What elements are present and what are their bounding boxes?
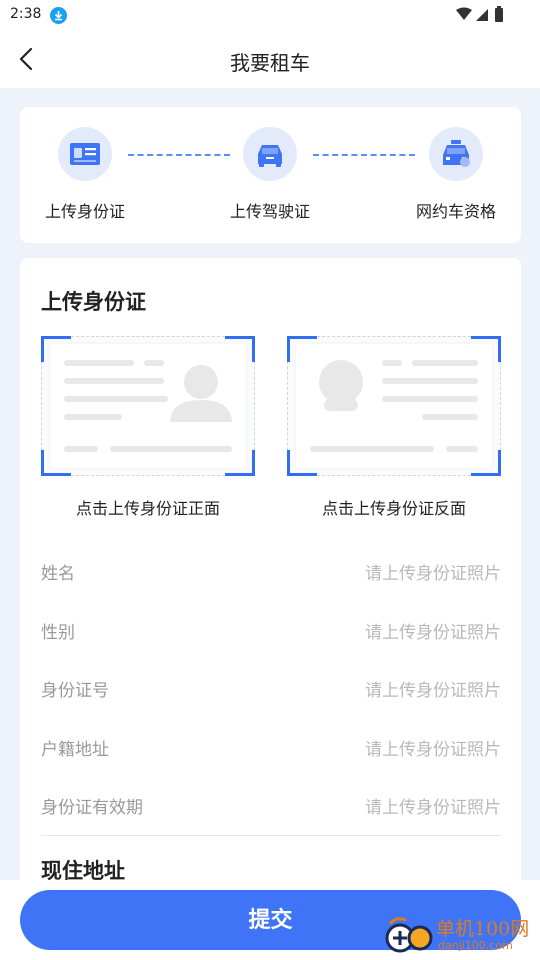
step-ride-hailing-qualification[interactable]: 网约车资格: [401, 127, 511, 222]
id-front-caption[interactable]: 点击上传身份证正面: [41, 495, 255, 519]
field-label: 户籍地址: [41, 740, 109, 760]
step-label: 网约车资格: [415, 202, 496, 221]
progress-steps-card: 上传身份证 上传驾驶证 网约车资格: [20, 107, 521, 243]
status-time: 2:38: [10, 6, 42, 22]
field-value: 请上传身份证照片: [365, 681, 501, 701]
id-front-placeholder-image: [50, 344, 246, 468]
field-household-address: 户籍地址 请上传身份证照片: [41, 719, 501, 777]
id-back-caption[interactable]: 点击上传身份证反面: [287, 495, 501, 519]
field-name: 姓名 请上传身份证照片: [41, 543, 501, 601]
field-value: 请上传身份证照片: [365, 564, 501, 584]
id-front-upload[interactable]: [41, 336, 255, 476]
field-value: 请上传身份证照片: [365, 740, 501, 760]
field-gender: 性别 请上传身份证照片: [41, 602, 501, 660]
field-label: 身份证有效期: [41, 798, 143, 818]
field-label: 性别: [41, 623, 75, 643]
step-upload-license[interactable]: 上传驾驶证: [215, 127, 325, 222]
field-value: 请上传身份证照片: [365, 623, 501, 643]
system-status-icons: [456, 6, 503, 22]
download-icon: [50, 7, 67, 24]
field-label: 姓名: [41, 564, 75, 584]
id-form-card: 上传身份证 点击上传身份证正面 点击上传身份证反面 姓名 请上传身份证照片 性别…: [20, 258, 521, 958]
field-id-number: 身份证号 请上传身份证照片: [41, 660, 501, 718]
id-back-placeholder-image: [296, 344, 492, 468]
watermark-name: 单机100网: [436, 918, 530, 940]
taxi-icon: [429, 127, 483, 181]
divider: [41, 835, 501, 836]
watermark-url: danji100.com: [438, 939, 513, 952]
watermark: 单机100网 danji100.com: [384, 912, 534, 956]
nav-bar: 我要租车: [0, 30, 540, 88]
field-label: 身份证号: [41, 681, 109, 701]
field-value: 请上传身份证照片: [365, 798, 501, 818]
step-connector: [313, 154, 415, 156]
id-section-title: 上传身份证: [41, 290, 146, 314]
status-bar: 2:38: [0, 0, 540, 30]
id-card-icon: [58, 127, 112, 181]
step-label: 上传驾驶证: [229, 202, 310, 221]
id-back-upload[interactable]: [287, 336, 501, 476]
car-icon: [243, 127, 297, 181]
step-upload-id[interactable]: 上传身份证: [30, 127, 140, 222]
step-label: 上传身份证: [44, 202, 125, 221]
field-id-validity: 身份证有效期 请上传身份证照片: [41, 777, 501, 835]
watermark-logo-icon: [385, 917, 433, 953]
page-title: 我要租车: [230, 51, 310, 75]
